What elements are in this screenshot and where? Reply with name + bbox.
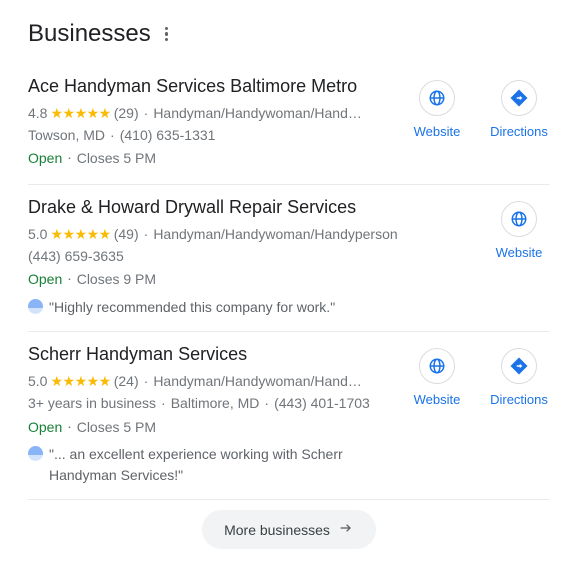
review-text: "... an excellent experience working wit… xyxy=(49,444,398,485)
section-title: Businesses xyxy=(28,20,151,48)
closes-text: Closes 9 PM xyxy=(77,269,156,291)
more-row: More businesses xyxy=(28,499,550,549)
website-label: Website xyxy=(496,245,543,260)
category: Handyman/Handywoman/Hand… xyxy=(153,371,362,393)
directions-button[interactable]: Directions xyxy=(488,348,550,407)
action-buttons: Website Directions xyxy=(406,344,550,485)
meta-line-1: 5.0 ★★★★★ (49)·Handyman/Handywoman/Handy… xyxy=(28,224,480,246)
review-count: (24) xyxy=(114,371,139,393)
directions-button[interactable]: Directions xyxy=(488,80,550,139)
more-options-icon[interactable] xyxy=(161,23,173,46)
directions-label: Directions xyxy=(490,124,548,139)
years-in-business: 3+ years in business xyxy=(28,393,156,415)
open-status: Open xyxy=(28,417,62,439)
directions-icon xyxy=(501,348,537,384)
website-label: Website xyxy=(414,124,461,139)
globe-icon xyxy=(419,348,455,384)
avatar-icon xyxy=(28,446,43,461)
open-status: Open xyxy=(28,148,62,170)
meta-line-2: 3+ years in business·Baltimore, MD·(443)… xyxy=(28,393,398,415)
action-buttons: Website Directions xyxy=(406,76,550,170)
star-icon: ★★★★★ xyxy=(50,224,110,246)
phone: (443) 401-1703 xyxy=(274,393,370,415)
globe-icon xyxy=(501,201,537,237)
meta-line-2: Towson, MD·(410) 635-1331 xyxy=(28,125,398,147)
review-snippet: "Highly recommended this company for wor… xyxy=(28,297,480,317)
closes-text: Closes 5 PM xyxy=(77,417,156,439)
business-listing[interactable]: Scherr Handyman Services 5.0 ★★★★★ (24)·H… xyxy=(28,332,550,499)
website-button[interactable]: Website xyxy=(406,80,468,139)
rating-value: 5.0 xyxy=(28,371,47,393)
business-listing[interactable]: Ace Handyman Services Baltimore Metro 4.8… xyxy=(28,64,550,185)
action-buttons: Website xyxy=(488,197,550,317)
category: Handyman/Handywoman/Handyperson xyxy=(153,224,397,246)
directions-label: Directions xyxy=(490,392,548,407)
website-label: Website xyxy=(414,392,461,407)
rating-value: 5.0 xyxy=(28,224,47,246)
phone: (410) 635-1331 xyxy=(120,125,216,147)
review-snippet: "... an excellent experience working wit… xyxy=(28,444,398,485)
meta-line-phone: (443) 659-3635 xyxy=(28,246,480,268)
review-count: (49) xyxy=(114,224,139,246)
more-label: More businesses xyxy=(224,522,330,538)
location: Towson, MD xyxy=(28,125,105,147)
rating-value: 4.8 xyxy=(28,103,47,125)
review-text: "Highly recommended this company for wor… xyxy=(49,297,335,317)
globe-icon xyxy=(419,80,455,116)
star-icon: ★★★★★ xyxy=(50,103,110,125)
avatar-icon xyxy=(28,299,43,314)
open-status: Open xyxy=(28,269,62,291)
meta-line-1: 5.0 ★★★★★ (24)·Handyman/Handywoman/Hand… xyxy=(28,371,398,393)
star-icon: ★★★★★ xyxy=(50,371,110,393)
business-name: Scherr Handyman Services xyxy=(28,344,398,365)
meta-line-1: 4.8 ★★★★★ (29)·Handyman/Handywoman/Hand… xyxy=(28,103,398,125)
hours: Open ⋅ Closes 9 PM xyxy=(28,269,480,291)
more-businesses-button[interactable]: More businesses xyxy=(202,510,376,549)
category: Handyman/Handywoman/Hand… xyxy=(153,103,362,125)
phone: (443) 659-3635 xyxy=(28,246,124,268)
website-button[interactable]: Website xyxy=(406,348,468,407)
closes-text: Closes 5 PM xyxy=(77,148,156,170)
business-name: Ace Handyman Services Baltimore Metro xyxy=(28,76,398,97)
website-button[interactable]: Website xyxy=(488,201,550,260)
review-count: (29) xyxy=(114,103,139,125)
business-listing[interactable]: Drake & Howard Drywall Repair Services 5.… xyxy=(28,185,550,332)
arrow-right-icon xyxy=(338,520,354,539)
location: Baltimore, MD xyxy=(171,393,260,415)
directions-icon xyxy=(501,80,537,116)
hours: Open ⋅ Closes 5 PM xyxy=(28,417,398,439)
business-name: Drake & Howard Drywall Repair Services xyxy=(28,197,480,218)
hours: Open ⋅ Closes 5 PM xyxy=(28,148,398,170)
